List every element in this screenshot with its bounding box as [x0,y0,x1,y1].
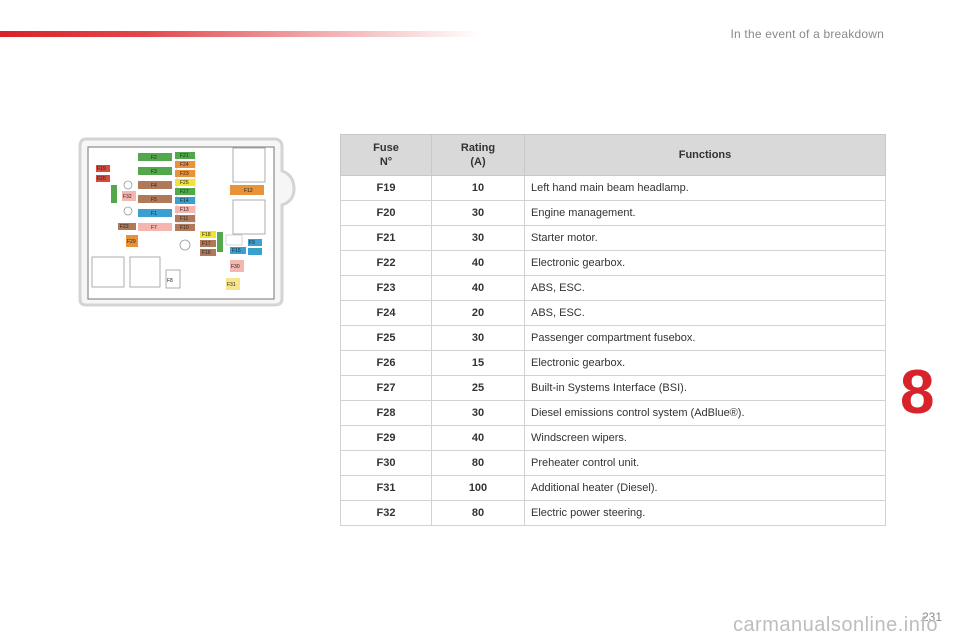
fuse-rating: 20 [431,300,525,326]
fuse-label: F21 [180,153,189,159]
header-rating: Rating (A) [431,134,525,176]
table-row: F29 40 Windscreen wipers. [340,425,886,451]
fuse-label: F17 [202,241,211,247]
header-accent-bar [0,31,480,37]
fuse-number: F26 [340,350,432,376]
watermark: carmanualsonline.info [732,614,938,636]
fuse-rating: 40 [431,250,525,276]
fuse-number: F25 [340,325,432,351]
fuse-label: F13 [180,207,189,213]
fuse-rating: 25 [431,375,525,401]
fuse-label: F29 [127,239,136,245]
fuse-function: ABS, ESC. [524,275,886,301]
fuse-function: Built-in Systems Interface (BSI). [524,375,886,401]
fuse-label: F24 [180,162,189,168]
fuse-rating: 10 [431,175,525,201]
fuse-function: Starter motor. [524,225,886,251]
header-functions: Functions [524,134,886,176]
table-row: F32 80 Electric power steering. [340,500,886,526]
fuse-function: Passenger compartment fusebox. [524,325,886,351]
table-row: F21 30 Starter motor. [340,225,886,251]
fuse-label: F27 [180,189,189,195]
fuse-function: Additional heater (Diesel). [524,475,886,501]
fuse-function: Electronic gearbox. [524,350,886,376]
fuse-label: F9 [249,240,255,246]
table-row: F26 15 Electronic gearbox. [340,350,886,376]
table-row: F19 10 Left hand main beam headlamp. [340,175,886,201]
fuse-label: F15 [232,248,241,254]
fuse-label: F22 [120,224,129,230]
fuse-number: F21 [340,225,432,251]
fuse-label: F3 [151,169,157,175]
table-header-row: Fuse N° Rating (A) Functions [340,134,886,176]
fuse-number: F20 [340,200,432,226]
header-fuse: Fuse N° [340,134,432,176]
fuse-function: Electronic gearbox. [524,250,886,276]
fuse-label: F30 [231,264,240,270]
table-row: F30 80 Preheater control unit. [340,450,886,476]
fuse-label: F18 [202,232,211,238]
fusebox-diagram: F2 F3 F4 F5 F1 F7 F12 F21 F24 F23 F25 F2… [78,137,296,307]
fuse-label: F5 [151,197,157,203]
fuse-rating: 30 [431,400,525,426]
fuse-number: F30 [340,450,432,476]
fuse-number: F22 [340,250,432,276]
fuse-label: F10 [180,225,189,231]
fuse-label: F19 [97,166,106,172]
fuse-label: F2 [151,155,157,161]
fuse-function: Preheater control unit. [524,450,886,476]
section-title: In the event of a breakdown [730,27,884,41]
table-row: F25 30 Passenger compartment fusebox. [340,325,886,351]
fuse-label: F31 [227,282,236,288]
fuse-rating: 80 [431,450,525,476]
fuse-label: F7 [151,225,157,231]
fuse-number: F23 [340,275,432,301]
table-row: F24 20 ABS, ESC. [340,300,886,326]
table-row: F28 30 Diesel emissions control system (… [340,400,886,426]
fuse-function: Windscreen wipers. [524,425,886,451]
fuse-function: Diesel emissions control system (AdBlue®… [524,400,886,426]
fuse-rating: 30 [431,200,525,226]
fuse-rating: 80 [431,500,525,526]
fuse-function: Electric power steering. [524,500,886,526]
fuse-label: F23 [180,171,189,177]
fuse-label: F4 [151,183,157,189]
fuse-label: F11 [180,216,188,222]
fuse-label: F12 [244,188,253,194]
fuse-number: F29 [340,425,432,451]
chapter-number: 8 [900,358,935,427]
table-row: F20 30 Engine management. [340,200,886,226]
fuse-label: F8 [167,278,173,284]
fuse-rating: 30 [431,225,525,251]
table-row: F22 40 Electronic gearbox. [340,250,886,276]
table-row: F27 25 Built-in Systems Interface (BSI). [340,375,886,401]
fuse-function: Engine management. [524,200,886,226]
fuse-number: F28 [340,400,432,426]
fuse-label: F32 [123,194,132,200]
fuse-label: F16 [202,250,211,256]
fuse-label: F25 [180,180,189,186]
fuse-function: ABS, ESC. [524,300,886,326]
fuse-number: F32 [340,500,432,526]
table-row: F31 100 Additional heater (Diesel). [340,475,886,501]
fuse-label: F14 [180,198,189,204]
fuse-rating: 30 [431,325,525,351]
fuse-number: F19 [340,175,432,201]
fuse-rating: 15 [431,350,525,376]
table-row: F23 40 ABS, ESC. [340,275,886,301]
fuse-rating: 40 [431,275,525,301]
fuse-rating: 40 [431,425,525,451]
fuse-function: Left hand main beam headlamp. [524,175,886,201]
fuse-label: F20 [97,176,106,182]
fuse-table: Fuse N° Rating (A) Functions F19 10 Left… [340,134,886,526]
fuse-number: F24 [340,300,432,326]
fuse-number: F31 [340,475,432,501]
fuse-label: F1 [151,211,157,217]
fuse-number: F27 [340,375,432,401]
fuse-rating: 100 [431,475,525,501]
